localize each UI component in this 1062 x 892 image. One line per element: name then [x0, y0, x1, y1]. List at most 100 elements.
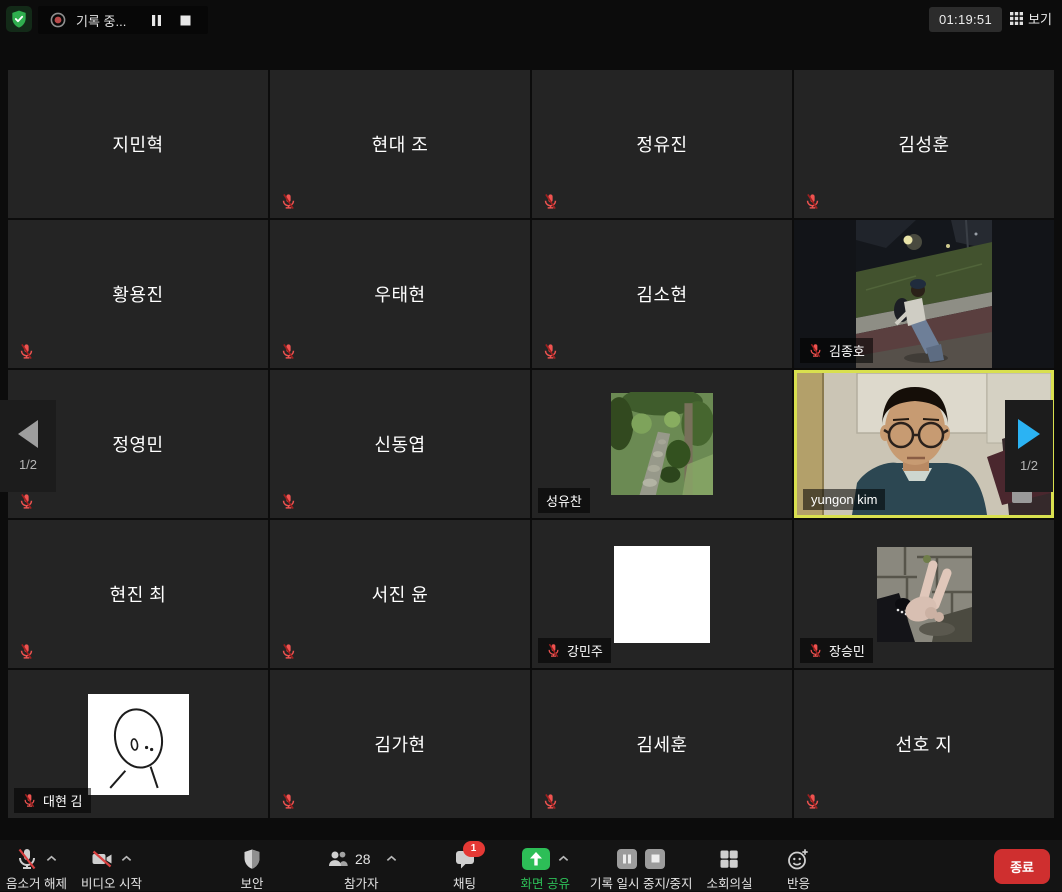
participant-tile[interactable]: 강민주 — [532, 520, 792, 668]
stop-recording-button[interactable] — [645, 849, 665, 869]
recording-indicator: 기록 중... — [38, 6, 208, 34]
participant-name: 황용진 — [8, 220, 268, 368]
participant-tile[interactable]: 황용진 — [8, 220, 268, 368]
participant-tile[interactable]: 신동엽 — [270, 370, 530, 518]
participant-tile[interactable]: 정유진 — [532, 70, 792, 218]
top-bar: 기록 중... 01:19:51 보기 — [0, 0, 1062, 42]
breakout-rooms-label: 소회의실 — [706, 873, 752, 892]
recording-controls-label: 기록 일시 중지/중지 — [590, 873, 692, 892]
participants-label: 참가자 — [344, 873, 379, 892]
participant-nametag: 성유찬 — [538, 488, 590, 513]
shield-icon — [240, 847, 264, 871]
participant-nametag: 김종호 — [800, 338, 873, 363]
muted-mic-icon — [18, 643, 35, 660]
chevron-up-icon[interactable] — [121, 855, 132, 862]
next-page-button[interactable]: 1/2 — [1005, 400, 1053, 492]
participant-name: yungon kim — [811, 492, 877, 507]
participants-icon — [326, 847, 350, 871]
start-video-button[interactable]: 비디오 시작 — [81, 845, 142, 892]
reactions-label: 반응 — [787, 873, 810, 892]
muted-mic-icon — [804, 193, 821, 210]
security-label: 보안 — [240, 873, 263, 892]
participant-avatar — [88, 694, 189, 795]
unmute-label: 음소거 해제 — [6, 873, 67, 892]
reactions-button[interactable]: 반응 — [786, 845, 810, 892]
participant-tile[interactable]: 장승민 — [794, 520, 1054, 668]
participant-tile[interactable]: 우태현 — [270, 220, 530, 368]
participant-name: 신동엽 — [270, 370, 530, 518]
muted-mic-icon — [280, 793, 297, 810]
recording-dot-icon — [50, 12, 66, 28]
recording-controls[interactable]: 기록 일시 중지/중지 — [590, 845, 692, 892]
chat-button[interactable]: 1 채팅 — [453, 845, 477, 892]
previous-page-button[interactable]: 1/2 — [0, 400, 56, 492]
muted-mic-icon — [542, 343, 559, 360]
pause-icon — [622, 854, 632, 864]
chevron-up-icon[interactable] — [558, 855, 569, 862]
end-meeting-button[interactable]: 종료 — [994, 849, 1050, 884]
participant-tile[interactable]: 선호 지 — [794, 670, 1054, 818]
participant-nametag: 대현 김 — [14, 788, 91, 813]
participant-tile[interactable]: 현진 최 — [8, 520, 268, 668]
muted-mic-icon — [280, 643, 297, 660]
participant-name: 김소현 — [532, 220, 792, 368]
participant-tile[interactable]: 지민혁 — [8, 70, 268, 218]
muted-mic-icon — [18, 493, 35, 510]
chevron-up-icon[interactable] — [46, 855, 57, 862]
muted-mic-icon — [546, 643, 561, 658]
muted-mic-icon — [804, 793, 821, 810]
muted-mic-icon — [542, 793, 559, 810]
participant-video — [856, 220, 992, 368]
participant-name: 김세훈 — [532, 670, 792, 818]
muted-mic-icon — [18, 343, 35, 360]
participant-avatar — [611, 392, 713, 496]
grid-view-icon — [1010, 12, 1023, 25]
participant-nametag: 장승민 — [800, 638, 873, 663]
participant-tile[interactable]: 서진 윤 — [270, 520, 530, 668]
meeting-info-shield-button[interactable] — [6, 6, 32, 32]
participant-tile[interactable]: 현대 조 — [270, 70, 530, 218]
view-button-label: 보기 — [1028, 9, 1052, 28]
participant-name: 우태현 — [270, 220, 530, 368]
participant-name: 김종호 — [829, 341, 865, 360]
participant-name: 김가현 — [270, 670, 530, 818]
chevron-up-icon[interactable] — [386, 855, 397, 862]
muted-mic-icon — [280, 493, 297, 510]
muted-mic-icon — [808, 343, 823, 358]
participants-button[interactable]: 28 참가자 — [326, 845, 397, 892]
participant-tile[interactable]: 성유찬 — [532, 370, 792, 518]
previous-arrow-icon — [18, 420, 38, 448]
breakout-rooms-button[interactable]: 소회의실 — [706, 845, 752, 892]
muted-mic-icon — [280, 343, 297, 360]
participant-name: 선호 지 — [794, 670, 1054, 818]
stop-icon — [651, 854, 660, 863]
participant-tile[interactable]: 김종호 — [794, 220, 1054, 368]
participant-name: 서진 윤 — [270, 520, 530, 668]
muted-mic-icon — [808, 643, 823, 658]
participant-name: 대현 김 — [43, 791, 83, 810]
participant-name: 김성훈 — [794, 70, 1054, 218]
participant-tile[interactable]: 김성훈 — [794, 70, 1054, 218]
unmute-button[interactable]: 음소거 해제 — [6, 845, 67, 892]
pause-recording-button[interactable] — [617, 849, 637, 869]
security-button[interactable]: 보안 — [240, 845, 264, 892]
pause-recording-icon[interactable] — [150, 14, 163, 27]
participant-name: 장승민 — [829, 641, 865, 660]
page-indicator: 1/2 — [1020, 458, 1038, 473]
view-button[interactable]: 보기 — [1010, 9, 1052, 28]
meeting-toolbar: 음소거 해제 비디오 시작 보안 28 참가자 1 채팅 — [0, 840, 1062, 891]
participant-tile[interactable]: 대현 김 — [8, 670, 268, 818]
participant-tile[interactable]: 김세훈 — [532, 670, 792, 818]
next-arrow-icon — [1018, 419, 1040, 449]
participant-avatar — [614, 546, 710, 643]
muted-mic-icon — [542, 193, 559, 210]
muted-mic-icon — [22, 793, 37, 808]
share-screen-label: 화면 공유 — [521, 873, 570, 892]
participant-nametag: yungon kim — [803, 489, 885, 510]
participant-tile[interactable]: 김가현 — [270, 670, 530, 818]
participant-tile[interactable]: 김소현 — [532, 220, 792, 368]
camera-off-icon — [90, 847, 114, 871]
share-screen-button[interactable]: 화면 공유 — [521, 845, 570, 892]
chat-unread-badge: 1 — [463, 841, 485, 857]
stop-recording-icon[interactable] — [179, 14, 192, 27]
